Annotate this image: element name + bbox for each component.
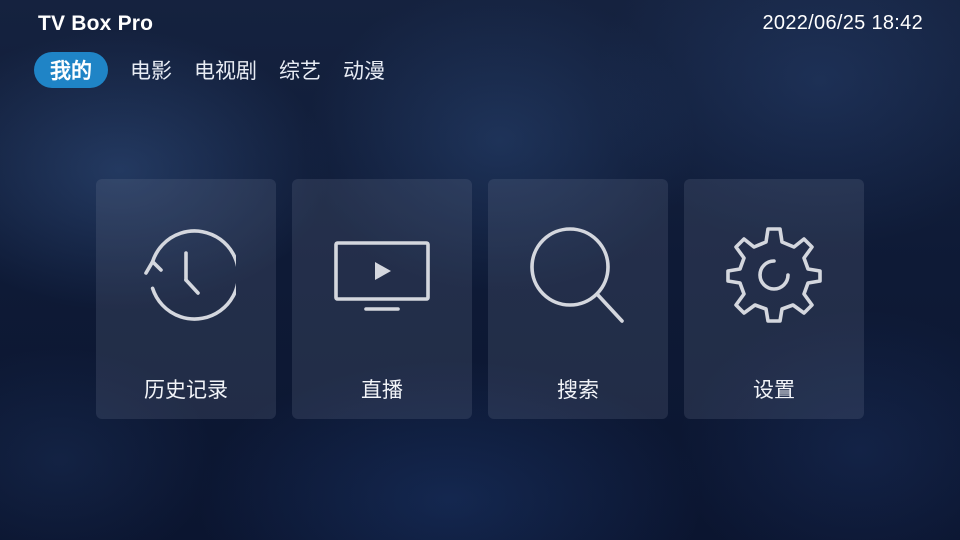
- tab-anime[interactable]: 动漫: [343, 52, 385, 88]
- app-title: TV Box Pro: [38, 12, 154, 35]
- history-label: 历史记录: [144, 378, 228, 402]
- history-icon: [136, 225, 236, 325]
- clock: 2022/06/25 18:42: [762, 12, 923, 34]
- history-tile[interactable]: 历史记录: [96, 179, 276, 419]
- home-tiles: 历史记录 直播 搜索 设置: [96, 179, 864, 419]
- settings-tile[interactable]: 设置: [684, 179, 864, 419]
- search-icon: [528, 225, 628, 325]
- category-tabs: 我的 电影 电视剧 综艺 动漫: [34, 52, 407, 88]
- live-tv-tile[interactable]: 直播: [292, 179, 472, 419]
- search-label: 搜索: [557, 378, 599, 402]
- settings-label: 设置: [753, 378, 795, 402]
- tv-play-icon: [332, 225, 432, 325]
- live-tv-label: 直播: [361, 378, 403, 402]
- tab-mine[interactable]: 我的: [34, 52, 108, 88]
- tab-variety[interactable]: 综艺: [279, 52, 321, 88]
- search-tile[interactable]: 搜索: [488, 179, 668, 419]
- gear-icon: [724, 225, 824, 325]
- tab-movies[interactable]: 电影: [130, 52, 172, 88]
- tab-tv-series[interactable]: 电视剧: [194, 52, 257, 88]
